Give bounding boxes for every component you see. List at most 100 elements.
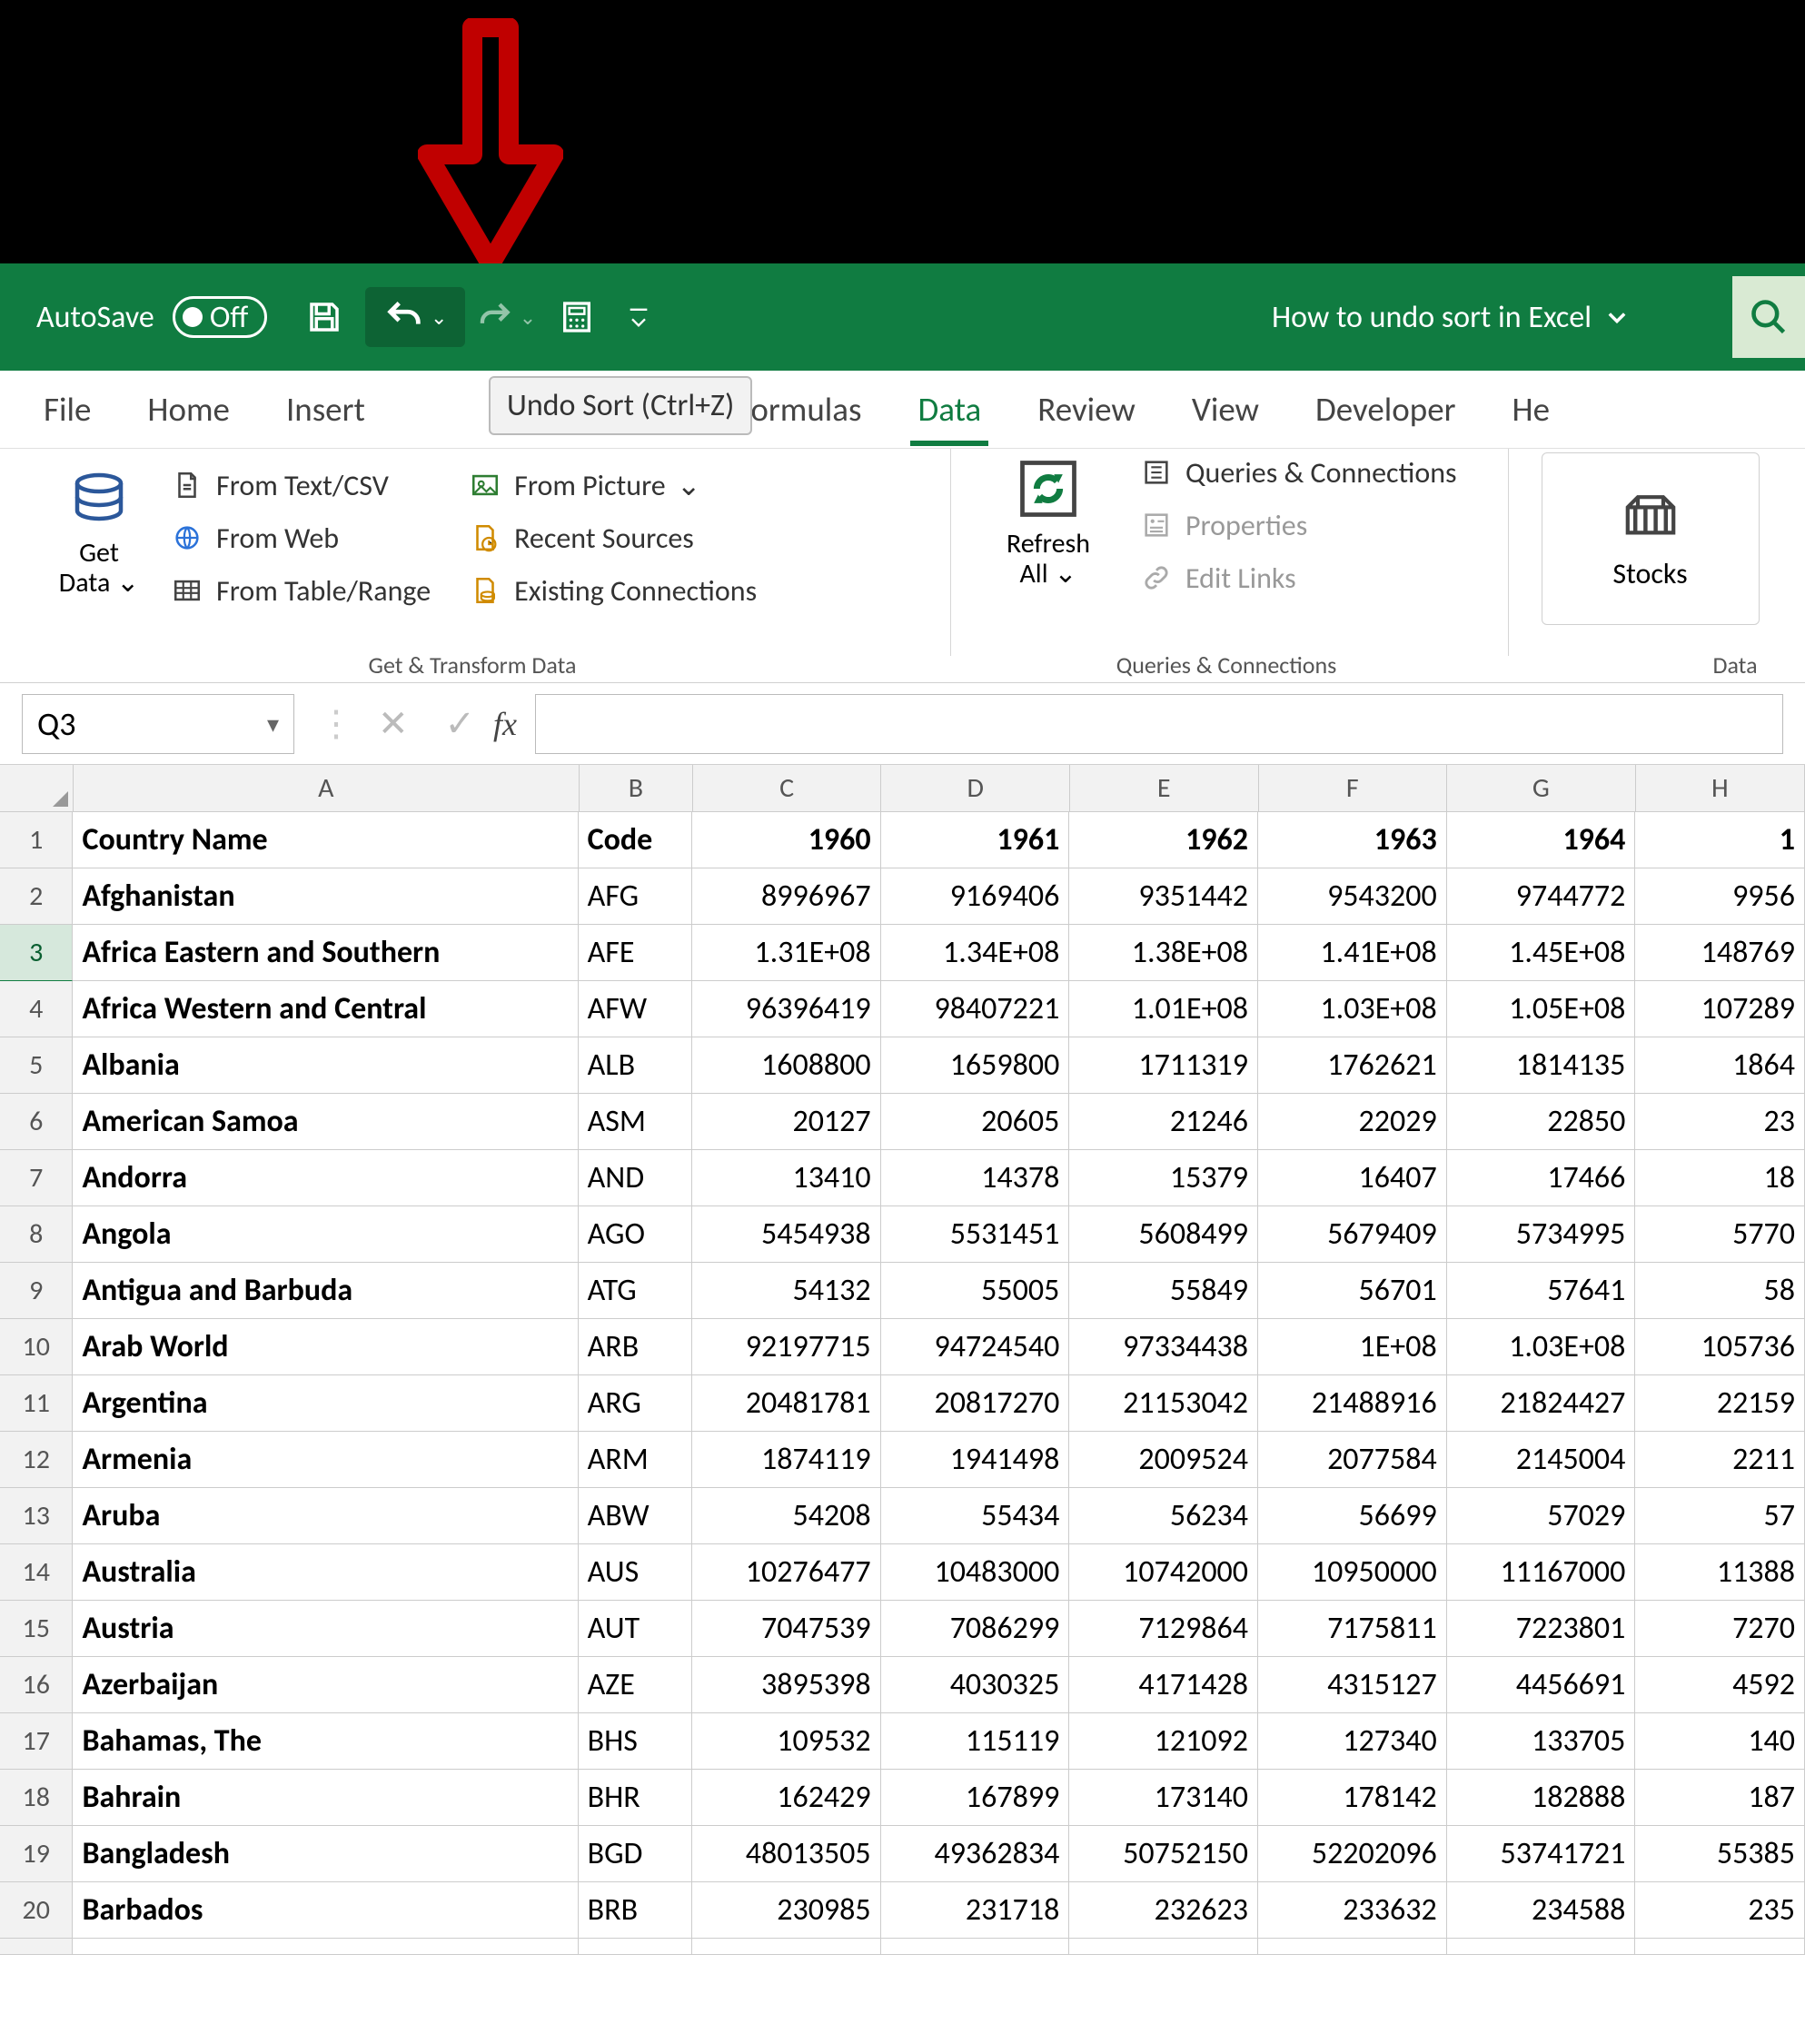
existing-connections-button[interactable]: Existing Connections xyxy=(467,572,757,609)
row-header[interactable]: 14 xyxy=(0,1544,73,1601)
cell[interactable]: Bahrain xyxy=(73,1770,578,1826)
cell[interactable]: 7223801 xyxy=(1447,1601,1636,1657)
cell[interactable]: 13410 xyxy=(692,1150,881,1206)
cell[interactable]: 187 xyxy=(1635,1770,1805,1826)
column-header[interactable]: D xyxy=(881,765,1070,812)
cell[interactable] xyxy=(1258,1939,1447,1955)
column-header[interactable]: G xyxy=(1447,765,1636,812)
cell[interactable]: 56699 xyxy=(1258,1488,1447,1544)
row-header[interactable]: 15 xyxy=(0,1601,73,1657)
cell[interactable]: 54208 xyxy=(692,1488,881,1544)
queries-connections-button[interactable]: Queries & Connections xyxy=(1138,454,1457,491)
row-header[interactable]: 16 xyxy=(0,1657,73,1713)
cell[interactable]: 5770 xyxy=(1635,1206,1805,1263)
tab-view[interactable]: View xyxy=(1185,372,1266,446)
search-button[interactable] xyxy=(1732,276,1805,358)
cell[interactable]: 235 xyxy=(1635,1882,1805,1939)
cell[interactable]: 1.03E+08 xyxy=(1447,1319,1636,1375)
cell[interactable]: 11167000 xyxy=(1447,1544,1636,1601)
refresh-all-button[interactable]: RefreshAll ⌄ xyxy=(971,449,1126,683)
cell[interactable]: 22029 xyxy=(1258,1094,1447,1150)
cell[interactable]: ARB xyxy=(579,1319,692,1375)
cell[interactable]: ARG xyxy=(579,1375,692,1432)
row-header[interactable]: 8 xyxy=(0,1206,73,1263)
row-header[interactable]: 6 xyxy=(0,1094,73,1150)
cell[interactable]: 1.03E+08 xyxy=(1258,981,1447,1037)
cell[interactable]: 14378 xyxy=(881,1150,1070,1206)
cell[interactable]: Code xyxy=(579,812,692,868)
cell[interactable]: BHS xyxy=(579,1713,692,1770)
cell[interactable]: BHR xyxy=(579,1770,692,1826)
cell[interactable]: 11388 xyxy=(1635,1544,1805,1601)
cell[interactable]: 58 xyxy=(1635,1263,1805,1319)
cell[interactable]: 57 xyxy=(1635,1488,1805,1544)
cell[interactable]: 20481781 xyxy=(692,1375,881,1432)
row-header[interactable]: 1 xyxy=(0,812,73,868)
cell[interactable] xyxy=(73,1939,578,1955)
cell[interactable]: 2211 xyxy=(1635,1432,1805,1488)
cell[interactable]: 4315127 xyxy=(1258,1657,1447,1713)
column-header[interactable]: H xyxy=(1636,765,1805,812)
cell[interactable]: 1E+08 xyxy=(1258,1319,1447,1375)
cell[interactable]: BGD xyxy=(579,1826,692,1882)
cell[interactable]: 107289 xyxy=(1635,981,1805,1037)
cell[interactable]: 22159 xyxy=(1635,1375,1805,1432)
cell[interactable]: 9744772 xyxy=(1447,868,1636,925)
cell[interactable]: Azerbaijan xyxy=(73,1657,578,1713)
cell[interactable]: Africa Western and Central xyxy=(73,981,578,1037)
tab-data[interactable]: Data xyxy=(910,372,988,446)
cell[interactable]: 182888 xyxy=(1447,1770,1636,1826)
cell[interactable]: Australia xyxy=(73,1544,578,1601)
cell[interactable]: 1941498 xyxy=(881,1432,1070,1488)
column-header[interactable]: A xyxy=(74,765,580,812)
cell[interactable]: 7175811 xyxy=(1258,1601,1447,1657)
cell[interactable]: 20605 xyxy=(881,1094,1070,1150)
cell[interactable]: 1.38E+08 xyxy=(1069,925,1258,981)
cell[interactable]: Albania xyxy=(73,1037,578,1094)
cell[interactable]: 10950000 xyxy=(1258,1544,1447,1601)
cell[interactable]: 234588 xyxy=(1447,1882,1636,1939)
cell[interactable]: 4592 xyxy=(1635,1657,1805,1713)
cell[interactable]: 5734995 xyxy=(1447,1206,1636,1263)
row-header[interactable]: 5 xyxy=(0,1037,73,1094)
spreadsheet-grid[interactable]: ABCDEFGH 1Country NameCode19601961196219… xyxy=(0,765,1805,1955)
cell[interactable]: Country Name xyxy=(73,812,578,868)
workbook-title-group[interactable]: How to undo sort in Excel xyxy=(1272,299,1630,336)
cell[interactable]: 10483000 xyxy=(881,1544,1070,1601)
cell[interactable]: Antigua and Barbuda xyxy=(73,1263,578,1319)
cell[interactable]: 21824427 xyxy=(1447,1375,1636,1432)
cell[interactable]: 7086299 xyxy=(881,1601,1070,1657)
cell[interactable]: 3895398 xyxy=(692,1657,881,1713)
calculator-button[interactable] xyxy=(547,287,607,347)
cell[interactable]: 7270 xyxy=(1635,1601,1805,1657)
undo-button[interactable]: ⌄ xyxy=(365,287,465,347)
cell[interactable]: 1711319 xyxy=(1069,1037,1258,1094)
cell[interactable]: 55849 xyxy=(1069,1263,1258,1319)
cell[interactable]: 105736 xyxy=(1635,1319,1805,1375)
cell[interactable]: AUS xyxy=(579,1544,692,1601)
cell[interactable]: 230985 xyxy=(692,1882,881,1939)
cell[interactable]: 5679409 xyxy=(1258,1206,1447,1263)
column-header[interactable]: E xyxy=(1070,765,1259,812)
qat-customize-button[interactable] xyxy=(618,287,660,347)
tab-insert[interactable]: Insert xyxy=(279,372,372,446)
cell[interactable]: AFE xyxy=(579,925,692,981)
row-header[interactable]: 11 xyxy=(0,1375,73,1432)
redo-button[interactable]: ⌄ xyxy=(476,287,536,347)
cell[interactable]: 20817270 xyxy=(881,1375,1070,1432)
cell[interactable]: 4030325 xyxy=(881,1657,1070,1713)
cell[interactable] xyxy=(881,1939,1070,1955)
cell[interactable]: 1.45E+08 xyxy=(1447,925,1636,981)
cell[interactable]: 231718 xyxy=(881,1882,1070,1939)
cell[interactable]: 1.01E+08 xyxy=(1069,981,1258,1037)
cell[interactable]: 2145004 xyxy=(1447,1432,1636,1488)
row-header[interactable]: 2 xyxy=(0,868,73,925)
tab-help[interactable]: He xyxy=(1505,372,1557,446)
cell[interactable]: 20127 xyxy=(692,1094,881,1150)
cell[interactable]: 115119 xyxy=(881,1713,1070,1770)
cell[interactable]: ASM xyxy=(579,1094,692,1150)
cell[interactable]: 21246 xyxy=(1069,1094,1258,1150)
cell[interactable]: 23 xyxy=(1635,1094,1805,1150)
cell[interactable]: 57641 xyxy=(1447,1263,1636,1319)
cell[interactable]: 49362834 xyxy=(881,1826,1070,1882)
